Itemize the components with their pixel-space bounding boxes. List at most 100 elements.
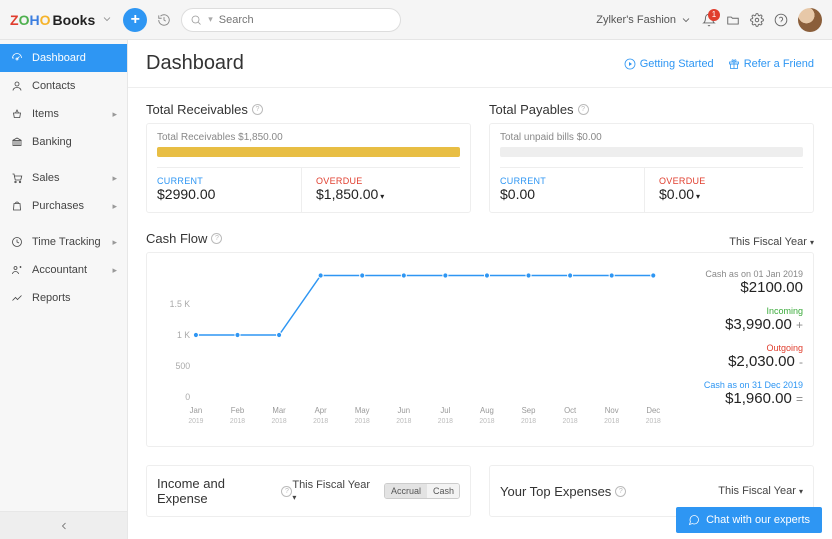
clock-icon	[10, 236, 24, 248]
chevron-left-icon	[58, 520, 70, 532]
sidebar-item-label: Dashboard	[32, 52, 86, 64]
cart-icon	[10, 172, 24, 184]
cashflow-title: Cash Flow	[146, 231, 207, 246]
sidebar-item-banking[interactable]: Banking	[0, 128, 127, 156]
chevron-right-icon: ▸	[112, 237, 117, 248]
help-icon[interactable]: ?	[252, 104, 263, 115]
chat-button[interactable]: Chat with our experts	[676, 507, 822, 533]
cashflow-chart: 05001 K1.5 KJan2019Feb2018Mar2018Apr2018…	[157, 263, 663, 436]
payables-current: $0.00	[500, 186, 644, 202]
svg-text:Sep: Sep	[522, 406, 536, 415]
basket-icon	[10, 108, 24, 120]
sidebar-item-label: Accountant	[32, 264, 87, 276]
cash-end-value: $1,960.00 =	[673, 390, 803, 407]
sidebar-item-accountant[interactable]: Accountant▸	[0, 256, 127, 284]
svg-text:Jan: Jan	[190, 406, 203, 415]
svg-text:2018: 2018	[313, 418, 328, 425]
basis-cash[interactable]: Cash	[427, 484, 460, 498]
svg-text:2018: 2018	[230, 418, 245, 425]
avatar[interactable]	[798, 8, 822, 32]
search-icon	[190, 14, 202, 26]
payables-caption: Total unpaid bills $0.00	[500, 132, 803, 143]
sidebar-item-items[interactable]: Items ▸	[0, 100, 127, 128]
chevron-right-icon: ▸	[112, 109, 117, 120]
sidebar-item-purchases[interactable]: Purchases▸	[0, 192, 127, 220]
help-icon[interactable]: ?	[281, 486, 292, 497]
search-field[interactable]	[219, 14, 392, 26]
topbar: ZOHO Books + ▾ Zylker's Fashion 1	[0, 0, 832, 40]
sidebar-item-sales[interactable]: Sales▸	[0, 164, 127, 192]
payables-progress	[500, 147, 803, 157]
search-input[interactable]: ▾	[181, 8, 401, 32]
quick-add-button[interactable]: +	[123, 8, 147, 32]
basis-toggle[interactable]: Accrual Cash	[384, 483, 460, 499]
notifications-button[interactable]: 1	[702, 13, 716, 27]
sidebar-item-dashboard[interactable]: Dashboard	[0, 44, 127, 72]
sidebar-item-label: Banking	[32, 136, 72, 148]
sidebar-item-label: Reports	[32, 292, 71, 304]
zoho-logo: ZOHO	[10, 12, 50, 28]
svg-text:1 K: 1 K	[177, 330, 190, 340]
current-label: CURRENT	[157, 176, 301, 186]
svg-text:May: May	[355, 406, 370, 415]
org-switcher[interactable]: Zylker's Fashion	[596, 14, 692, 26]
gift-icon	[728, 58, 740, 70]
svg-text:2018: 2018	[272, 418, 287, 425]
basis-accrual[interactable]: Accrual	[385, 484, 427, 498]
user-icon	[10, 80, 24, 92]
sidebar-item-label: Sales	[32, 172, 60, 184]
help-icon[interactable]: ?	[211, 233, 222, 244]
svg-text:Nov: Nov	[605, 406, 619, 415]
sidebar-item-label: Items	[32, 108, 59, 120]
help-icon[interactable]: ?	[578, 104, 589, 115]
main: Dashboard Getting Started Refer a Friend…	[128, 40, 832, 539]
history-icon[interactable]	[157, 13, 171, 27]
sidebar-item-label: Time Tracking	[32, 236, 101, 248]
sidebar-item-reports[interactable]: Reports	[0, 284, 127, 312]
income-expense-period-select[interactable]: This Fiscal Year ▾	[292, 479, 376, 503]
refer-link[interactable]: Refer a Friend	[728, 58, 814, 70]
svg-text:2018: 2018	[646, 418, 661, 425]
payables-overdue[interactable]: $0.00▾	[659, 186, 803, 202]
top-expenses-period-select[interactable]: This Fiscal Year ▾	[718, 485, 803, 497]
cash-begin-label: Cash as on 01 Jan 2019	[673, 269, 803, 279]
incoming-value: $3,990.00 +	[673, 316, 803, 333]
svg-text:2018: 2018	[521, 418, 536, 425]
chevron-right-icon: ▸	[112, 201, 117, 212]
folder-icon[interactable]	[726, 13, 740, 27]
chat-label: Chat with our experts	[706, 514, 810, 526]
sidebar-item-contacts[interactable]: Contacts	[0, 72, 127, 100]
cashflow-period-select[interactable]: This Fiscal Year ▾	[729, 236, 814, 248]
play-icon	[624, 58, 636, 70]
gear-icon[interactable]	[750, 13, 764, 27]
sidebar-item-time-tracking[interactable]: Time Tracking ▸	[0, 228, 127, 256]
payables-card: Total Payables? Total unpaid bills $0.00…	[489, 102, 814, 213]
svg-text:2018: 2018	[563, 418, 578, 425]
bag-icon	[10, 200, 24, 212]
svg-text:2019: 2019	[188, 418, 203, 425]
svg-text:2018: 2018	[438, 418, 453, 425]
receivables-current: $2990.00	[157, 186, 301, 202]
help-icon[interactable]	[774, 13, 788, 27]
svg-text:Dec: Dec	[646, 406, 660, 415]
sidebar-collapse-button[interactable]	[0, 511, 127, 539]
accountant-icon	[10, 264, 24, 276]
refer-label: Refer a Friend	[744, 58, 814, 70]
receivables-title: Total Receivables	[146, 102, 248, 117]
svg-text:Jul: Jul	[440, 406, 450, 415]
svg-text:500: 500	[175, 361, 190, 371]
getting-started-link[interactable]: Getting Started	[624, 58, 714, 70]
brand[interactable]: ZOHO Books	[10, 12, 113, 28]
chevron-down-icon	[680, 14, 692, 26]
svg-text:2018: 2018	[355, 418, 370, 425]
svg-text:2018: 2018	[479, 418, 494, 425]
notification-badge: 1	[708, 9, 720, 21]
brand-product: Books	[52, 12, 95, 28]
svg-text:Jun: Jun	[398, 406, 411, 415]
page-header: Dashboard Getting Started Refer a Friend	[128, 40, 832, 88]
chart-icon	[10, 292, 24, 304]
receivables-overdue[interactable]: $1,850.00▾	[316, 186, 460, 202]
cashflow-section: Cash Flow? This Fiscal Year ▾ 05001 K1.5…	[146, 231, 814, 447]
svg-text:Mar: Mar	[272, 406, 286, 415]
help-icon[interactable]: ?	[615, 486, 626, 497]
